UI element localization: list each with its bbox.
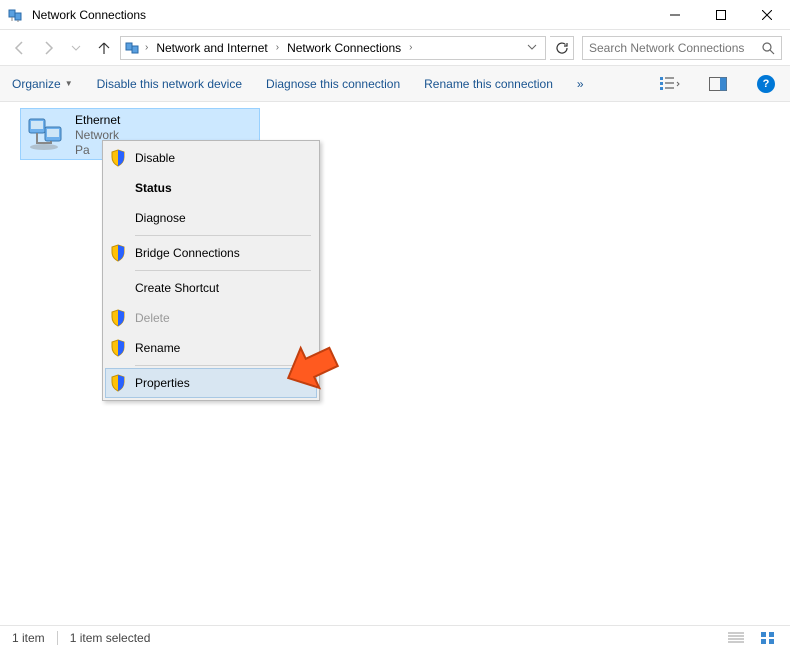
- title-bar: Network Connections: [0, 0, 790, 30]
- search-box[interactable]: [582, 36, 782, 60]
- menu-diagnose-label: Diagnose: [135, 211, 311, 225]
- menu-properties[interactable]: Properties: [105, 368, 317, 398]
- menu-diagnose[interactable]: Diagnose: [105, 203, 317, 233]
- shield-icon: [109, 149, 127, 167]
- shield-icon: [109, 374, 127, 392]
- selected-count: 1 item selected: [70, 631, 151, 645]
- up-button[interactable]: [92, 36, 116, 60]
- navigation-bar: › Network and Internet › Network Connect…: [0, 30, 790, 66]
- rename-button[interactable]: Rename this connection: [424, 77, 553, 91]
- help-icon: ?: [757, 75, 775, 93]
- window-controls: [652, 0, 790, 30]
- context-menu: Disable Status Diagnose Bridge Connectio…: [102, 140, 320, 401]
- chevron-right-icon[interactable]: ›: [274, 42, 281, 53]
- shield-icon: [109, 244, 127, 262]
- status-bar: 1 item 1 item selected: [0, 625, 790, 649]
- content-area: PCrisk.com Ethernet Network Pa Disable S…: [0, 102, 790, 625]
- network-adapter-icon: [27, 113, 67, 153]
- diagnose-button[interactable]: Diagnose this connection: [266, 77, 400, 91]
- menu-properties-label: Properties: [135, 376, 311, 390]
- blank-icon: [109, 279, 127, 297]
- details-view-button[interactable]: [726, 630, 746, 646]
- back-button[interactable]: [8, 36, 32, 60]
- menu-disable-label: Disable: [135, 151, 311, 165]
- adapter-name: Ethernet: [75, 113, 120, 127]
- maximize-button[interactable]: [698, 0, 744, 30]
- blank-icon: [109, 179, 127, 197]
- disable-device-button[interactable]: Disable this network device: [97, 77, 242, 91]
- blank-icon: [109, 209, 127, 227]
- menu-disable[interactable]: Disable: [105, 143, 317, 173]
- breadcrumb-network-connections[interactable]: Network Connections: [283, 39, 405, 57]
- chevron-right-icon[interactable]: ›: [143, 42, 150, 53]
- chevron-down-icon: ▼: [65, 79, 73, 88]
- forward-button[interactable]: [36, 36, 60, 60]
- address-bar[interactable]: › Network and Internet › Network Connect…: [120, 36, 546, 60]
- location-icon: [125, 40, 141, 56]
- breadcrumb-network-internet[interactable]: Network and Internet: [152, 39, 271, 57]
- close-button[interactable]: [744, 0, 790, 30]
- window-icon: [8, 7, 24, 23]
- menu-delete-label: Delete: [135, 311, 311, 325]
- search-icon[interactable]: [761, 41, 775, 55]
- menu-separator: [135, 270, 311, 271]
- item-count: 1 item: [12, 631, 45, 645]
- window-title: Network Connections: [32, 8, 652, 22]
- menu-rename-label: Rename: [135, 341, 311, 355]
- menu-shortcut[interactable]: Create Shortcut: [105, 273, 317, 303]
- menu-bridge-label: Bridge Connections: [135, 246, 311, 260]
- menu-shortcut-label: Create Shortcut: [135, 281, 311, 295]
- minimize-button[interactable]: [652, 0, 698, 30]
- shield-icon: [109, 309, 127, 327]
- more-commands-button[interactable]: »: [577, 77, 584, 91]
- menu-delete: Delete: [105, 303, 317, 333]
- refresh-button[interactable]: [550, 36, 574, 60]
- search-input[interactable]: [589, 41, 761, 55]
- shield-icon: [109, 339, 127, 357]
- menu-bridge[interactable]: Bridge Connections: [105, 238, 317, 268]
- status-separator: [57, 631, 58, 645]
- preview-pane-button[interactable]: [706, 72, 730, 96]
- menu-separator: [135, 365, 311, 366]
- change-view-button[interactable]: [658, 72, 682, 96]
- help-button[interactable]: ?: [754, 72, 778, 96]
- organize-menu[interactable]: Organize ▼: [12, 77, 73, 91]
- menu-status-label: Status: [135, 181, 311, 195]
- chevron-right-icon[interactable]: ›: [407, 42, 414, 53]
- menu-status[interactable]: Status: [105, 173, 317, 203]
- large-icons-view-button[interactable]: [758, 630, 778, 646]
- organize-label: Organize: [12, 77, 61, 91]
- menu-rename[interactable]: Rename: [105, 333, 317, 363]
- address-dropdown-icon[interactable]: [523, 41, 541, 55]
- command-bar: Organize ▼ Disable this network device D…: [0, 66, 790, 102]
- menu-separator: [135, 235, 311, 236]
- recent-dropdown[interactable]: [64, 36, 88, 60]
